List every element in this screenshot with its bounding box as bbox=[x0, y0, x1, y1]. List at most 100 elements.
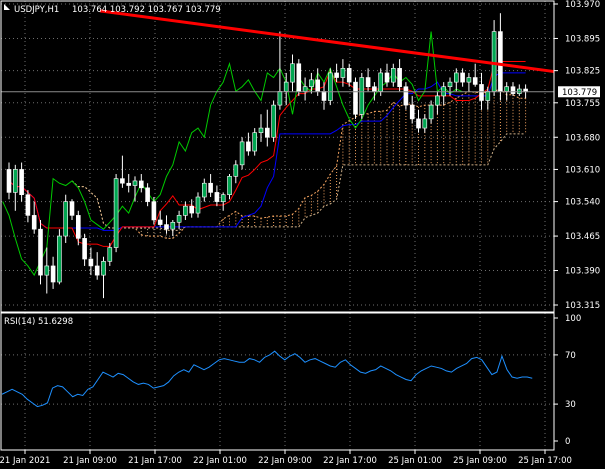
bullish-candle[interactable] bbox=[132, 180, 138, 186]
bearish-candle[interactable] bbox=[189, 205, 194, 214]
bullish-candle[interactable] bbox=[258, 127, 264, 133]
bullish-candle[interactable] bbox=[170, 221, 176, 230]
bullish-candle[interactable] bbox=[504, 86, 510, 92]
bearish-candle[interactable] bbox=[510, 86, 516, 94]
bearish-candle[interactable] bbox=[346, 68, 352, 83]
bearish-candle[interactable] bbox=[120, 178, 125, 184]
symbol-label: USDJPY,H1 bbox=[14, 5, 59, 15]
bearish-candle[interactable] bbox=[126, 182, 131, 186]
bearish-candle[interactable] bbox=[353, 81, 358, 115]
bullish-candle[interactable] bbox=[195, 196, 201, 214]
bullish-candle[interactable] bbox=[13, 169, 18, 193]
price-tick-label: 103.680 bbox=[565, 133, 600, 143]
bullish-candle[interactable] bbox=[176, 215, 182, 223]
price-tick-label: 103.315 bbox=[565, 301, 600, 311]
time-tick-label: 21 Jan 09:00 bbox=[63, 456, 117, 466]
bullish-candle[interactable] bbox=[57, 235, 62, 283]
price-tick-label: 103.895 bbox=[565, 34, 600, 44]
bullish-candle[interactable] bbox=[422, 118, 428, 129]
bullish-candle[interactable] bbox=[309, 79, 314, 88]
time-tick-label: 22 Jan 17:00 bbox=[323, 456, 377, 466]
current-price-value: 103.779 bbox=[562, 88, 597, 98]
bullish-candle[interactable] bbox=[302, 86, 308, 92]
bearish-candle[interactable] bbox=[264, 127, 270, 138]
bearish-candle[interactable] bbox=[208, 182, 213, 193]
bearish-candle[interactable] bbox=[479, 84, 484, 101]
bearish-candle[interactable] bbox=[19, 169, 24, 196]
bullish-candle[interactable] bbox=[340, 68, 346, 78]
bullish-candle[interactable] bbox=[227, 176, 232, 196]
bearish-candle[interactable] bbox=[472, 77, 478, 85]
bullish-candle[interactable] bbox=[491, 31, 497, 92]
bearish-candle[interactable] bbox=[246, 141, 251, 152]
bullish-candle[interactable] bbox=[220, 194, 226, 202]
bullish-candle[interactable] bbox=[233, 164, 239, 177]
bearish-candle[interactable] bbox=[6, 169, 12, 193]
price-tick-label: 103.970 bbox=[565, 0, 600, 10]
bullish-candle[interactable] bbox=[277, 91, 283, 106]
bearish-candle[interactable] bbox=[88, 258, 94, 267]
bullish-candle[interactable] bbox=[183, 205, 188, 216]
bullish-candle[interactable] bbox=[378, 72, 384, 92]
bullish-candle[interactable] bbox=[271, 104, 276, 138]
background bbox=[0, 0, 605, 469]
current-price-tag: 103.779 bbox=[558, 86, 600, 98]
rsi-tick-label: 30 bbox=[565, 400, 576, 410]
bearish-candle[interactable] bbox=[365, 77, 371, 88]
bearish-candle[interactable] bbox=[315, 79, 321, 92]
bearish-candle[interactable] bbox=[31, 215, 37, 230]
bearish-candle[interactable] bbox=[69, 201, 75, 216]
bullish-candle[interactable] bbox=[252, 132, 257, 152]
bullish-candle[interactable] bbox=[202, 182, 207, 198]
bearish-candle[interactable] bbox=[321, 91, 327, 101]
bearish-candle[interactable] bbox=[416, 118, 421, 129]
bearish-candle[interactable] bbox=[164, 224, 169, 230]
bearish-candle[interactable] bbox=[151, 201, 157, 221]
bullish-candle[interactable] bbox=[239, 141, 245, 166]
bullish-candle[interactable] bbox=[390, 68, 396, 83]
bearish-candle[interactable] bbox=[157, 219, 163, 225]
bearish-candle[interactable] bbox=[384, 72, 390, 83]
rsi-tick-label: 0 bbox=[565, 437, 570, 447]
bearish-candle[interactable] bbox=[214, 192, 220, 202]
bearish-candle[interactable] bbox=[397, 68, 402, 88]
bullish-candle[interactable] bbox=[290, 63, 295, 83]
time-tick-label: 25 Jan 01:00 bbox=[388, 456, 442, 466]
bearish-candle[interactable] bbox=[76, 215, 81, 239]
rsi-tick-label: 100 bbox=[565, 314, 581, 324]
price-tick-label: 103.755 bbox=[565, 99, 600, 109]
bearish-candle[interactable] bbox=[50, 265, 56, 283]
bullish-candle[interactable] bbox=[63, 201, 69, 237]
bullish-candle[interactable] bbox=[428, 104, 434, 120]
bearish-candle[interactable] bbox=[139, 180, 144, 189]
rsi-tick-label: 70 bbox=[565, 351, 576, 361]
ohlc-values: 103.764 103.792 103.767 103.779 bbox=[72, 5, 221, 15]
bullish-candle[interactable] bbox=[283, 81, 289, 92]
bullish-candle[interactable] bbox=[435, 95, 440, 106]
bearish-candle[interactable] bbox=[460, 72, 465, 83]
bearish-candle[interactable] bbox=[94, 265, 100, 276]
bearish-candle[interactable] bbox=[296, 63, 302, 92]
rsi-label: RSI(14) 51.6298 bbox=[4, 317, 73, 327]
bearish-candle[interactable] bbox=[38, 228, 43, 276]
bearish-candle[interactable] bbox=[334, 72, 339, 78]
bullish-candle[interactable] bbox=[447, 81, 453, 88]
bearish-candle[interactable] bbox=[25, 194, 31, 216]
bearish-candle[interactable] bbox=[145, 187, 150, 202]
bullish-candle[interactable] bbox=[359, 77, 365, 115]
time-tick-label: 21 Jan 17:00 bbox=[128, 456, 182, 466]
bullish-candle[interactable] bbox=[466, 77, 472, 83]
bearish-candle[interactable] bbox=[403, 86, 409, 106]
bullish-candle[interactable] bbox=[107, 247, 113, 262]
bullish-candle[interactable] bbox=[453, 72, 459, 83]
bullish-candle[interactable] bbox=[327, 72, 333, 101]
bullish-candle[interactable] bbox=[485, 91, 491, 101]
bearish-candle[interactable] bbox=[82, 238, 87, 260]
bullish-candle[interactable] bbox=[113, 178, 119, 248]
bearish-candle[interactable] bbox=[372, 86, 377, 92]
bearish-candle[interactable] bbox=[409, 104, 415, 120]
time-tick-label: 21 Jan 2021 bbox=[0, 456, 50, 466]
bullish-candle[interactable] bbox=[44, 265, 50, 276]
bullish-candle[interactable] bbox=[101, 261, 106, 276]
bearish-candle[interactable] bbox=[498, 31, 503, 92]
